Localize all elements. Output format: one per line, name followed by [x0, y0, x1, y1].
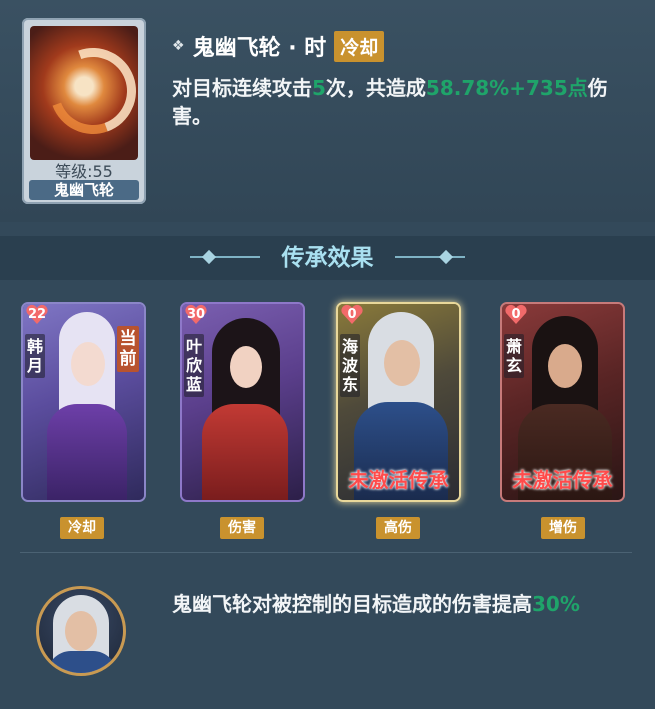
hero-count: 0	[347, 307, 357, 322]
skill-type-badge: 冷却	[334, 30, 385, 62]
hero-name: 海波东	[340, 334, 360, 397]
section-title: 传承效果	[281, 245, 374, 271]
hero-name: 叶欣蓝	[184, 334, 204, 397]
divider	[20, 552, 632, 553]
hero-card-xiaoxuan[interactable]: 0 萧玄 未激活传承	[500, 302, 625, 502]
desc-mid: 次，共造成	[325, 76, 426, 100]
skill-card[interactable]: 等级:55 鬼幽飞轮	[22, 18, 146, 204]
skill-title: 鬼幽飞轮 · 时	[192, 36, 327, 61]
inactive-label: 未激活传承	[348, 468, 449, 492]
bonus-value: 30%	[532, 592, 580, 616]
skill-icon-art	[30, 26, 138, 160]
hero-count: 22	[27, 307, 47, 322]
heart-icon: 30	[182, 302, 210, 326]
desc-value: 58.78%+735点	[425, 76, 588, 100]
bonus-text: 鬼幽飞轮对被控制的目标造成的伤害提高30%	[172, 590, 642, 618]
inheritance-header: 传承效果	[0, 236, 655, 280]
inactive-label: 未激活传承	[512, 468, 613, 492]
hero-card-haibodong[interactable]: 0 海波东 未激活传承	[336, 302, 461, 502]
hero-name: 韩月	[25, 334, 45, 378]
hero-count: 0	[511, 307, 521, 322]
hero-tag: 增伤	[541, 517, 585, 539]
heart-icon: 0	[502, 302, 530, 326]
hero-card-yexinlan[interactable]: 30 叶欣蓝	[180, 302, 305, 502]
hero-tag: 高伤	[376, 517, 420, 539]
skill-level: 等级:55	[55, 162, 113, 181]
hero-avatar[interactable]	[36, 586, 126, 676]
skill-header: ❖ 鬼幽飞轮 · 时 冷却	[172, 30, 385, 62]
desc-prefix: 对目标连续攻击	[172, 76, 312, 100]
hero-count: 30	[186, 307, 206, 322]
hero-name: 萧玄	[504, 334, 524, 378]
heart-icon: 22	[23, 302, 51, 326]
hero-card-hanyue[interactable]: 22 韩月 当前	[21, 302, 146, 502]
hero-tag: 伤害	[220, 517, 264, 539]
ornament-right-icon	[395, 256, 465, 258]
heart-icon: 0	[338, 302, 366, 326]
current-badge: 当前	[117, 326, 139, 372]
skill-card-name: 鬼幽飞轮	[29, 180, 139, 200]
bonus-prefix: 鬼幽飞轮对被控制的目标造成的伤害提高	[172, 592, 532, 616]
skill-description: 对目标连续攻击5次，共造成58.78%+735点伤害。	[172, 74, 634, 130]
diamond-icon: ❖	[172, 38, 185, 54]
hero-tag: 冷却	[60, 517, 104, 539]
desc-hits: 5	[312, 76, 326, 100]
